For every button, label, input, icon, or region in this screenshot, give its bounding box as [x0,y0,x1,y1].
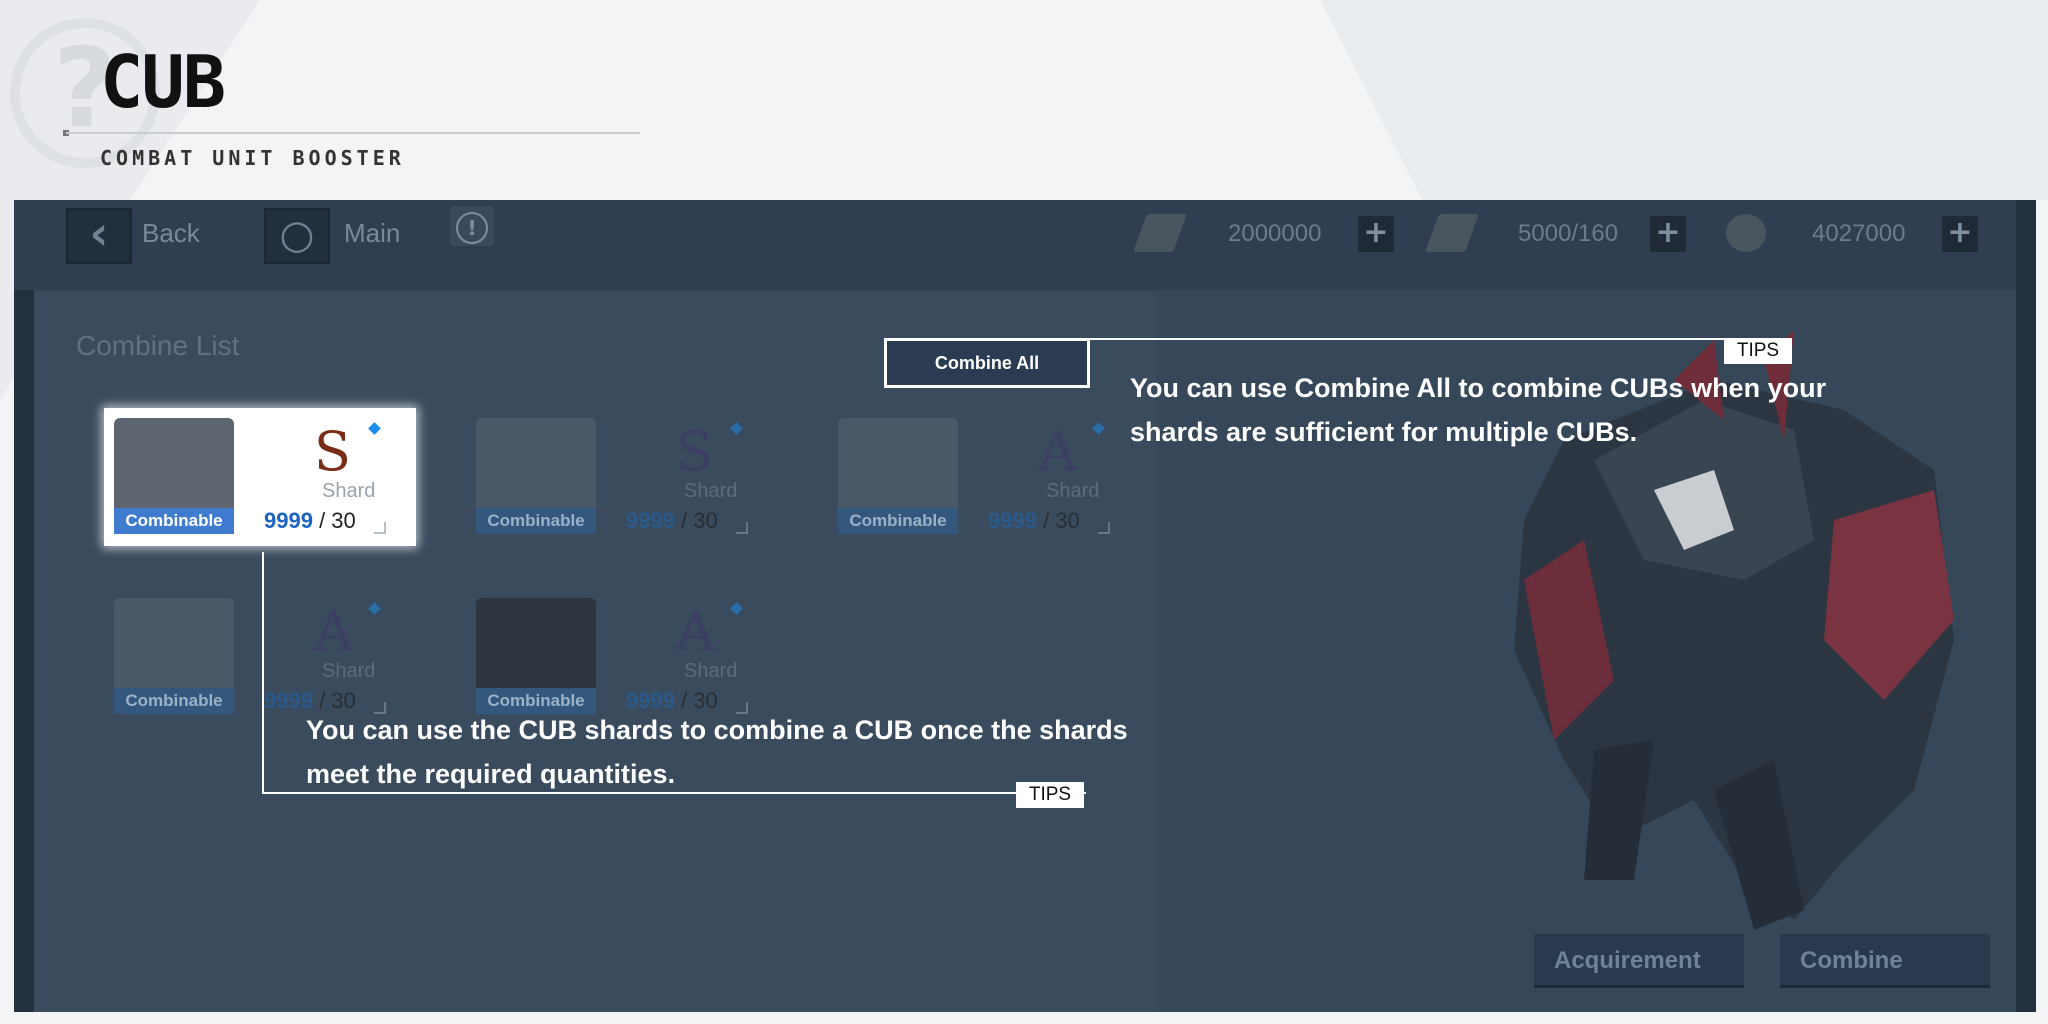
rarity-diamond-icon [368,422,381,435]
combinable-badge: Combinable [476,508,596,534]
home-circle-icon: ○ [279,212,315,258]
combinable-badge: Combinable [114,688,234,714]
rarity-diamond-icon [368,602,381,615]
main-button[interactable]: ○ [264,208,330,264]
gear-coin-value: 4027000 [1812,220,1906,247]
grade-label: A [676,600,715,663]
shard-count: 9999 / 30 [988,508,1080,534]
page-subtitle: COMBAT UNIT BOOSTER [100,146,405,170]
top-bar: ‹ Back ○ Main ! 2000000 + 5000/160 + 402… [14,200,2036,290]
required-count: / 30 [1043,508,1080,533]
chevron-left-icon: ‹ [89,206,109,260]
combine-all-tip-line-2: shards are sufficient for multiple CUBs. [1130,417,1638,447]
shard-card[interactable]: Combinable S Shard 9999 / 30 [104,408,416,546]
add-gear-coin-button[interactable]: + [1942,216,1978,252]
shard-label: Shard [322,480,376,502]
acquirement-button[interactable]: Acquirement [1534,934,1744,988]
add-gold-button[interactable]: + [1358,216,1394,252]
shard-count: 9999 / 30 [626,508,718,534]
shard-label: Shard [1046,480,1100,502]
required-count: / 30 [319,508,356,533]
tips-tag: TIPS [1016,782,1084,808]
add-stamina-button[interactable]: + [1650,216,1686,252]
shard-label: Shard [684,660,738,682]
combine-button[interactable]: Combine [1780,934,1990,988]
shard-label: Shard [322,660,376,682]
main-label[interactable]: Main [344,218,400,249]
owned-count: 9999 [264,508,313,533]
shards-tip-line-1: You can use the CUB shards to combine a … [306,715,1128,745]
card-corner [1098,522,1110,534]
stamina-icon [1425,214,1479,252]
tip-connector-line [1084,338,1792,340]
combine-all-tip-line-1: You can use Combine All to combine CUBs … [1130,373,1827,403]
shard-card[interactable]: Combinable S Shard 9999 / 30 [466,408,778,546]
back-button[interactable]: ‹ [66,208,132,264]
combinable-badge: Combinable [114,508,234,534]
combine-list-title: Combine List [76,330,240,361]
tips-tag: TIPS [1724,338,1792,364]
card-corner [374,522,386,534]
stamina-value: 5000/160 [1518,220,1619,247]
back-label[interactable]: Back [142,218,200,249]
grade-label: A [1038,420,1077,483]
grade-label: A [314,600,353,663]
rarity-diamond-icon [1092,422,1105,435]
shards-tip-line-2: meet the required quantities. [306,759,676,789]
title-divider [66,132,640,134]
shard-label: Shard [684,480,738,502]
info-button[interactable]: ! [450,206,494,246]
rarity-diamond-icon [730,602,743,615]
owned-count: 9999 [626,508,675,533]
shard-card[interactable]: Combinable A Shard 9999 / 30 [466,588,778,726]
grade-label: S [676,420,713,483]
tip-connector-line [262,552,264,794]
required-count: / 30 [681,508,718,533]
shard-count: 9999 / 30 [264,508,356,534]
combine-all-button[interactable]: Combine All [884,338,1090,388]
shard-card[interactable]: Combinable A Shard 9999 / 30 [828,408,1140,546]
background-shape [1320,0,2048,200]
card-corner [736,522,748,534]
gear-coin-icon [1726,214,1766,252]
gold-value: 2000000 [1228,220,1322,247]
shard-card[interactable]: Combinable A Shard 9999 / 30 [104,588,416,726]
page-title: CUB [100,40,226,124]
info-icon: ! [456,212,488,244]
grade-label: S [314,420,351,483]
owned-count: 9999 [988,508,1037,533]
combinable-badge: Combinable [838,508,958,534]
gold-icon [1133,214,1187,252]
rarity-diamond-icon [730,422,743,435]
